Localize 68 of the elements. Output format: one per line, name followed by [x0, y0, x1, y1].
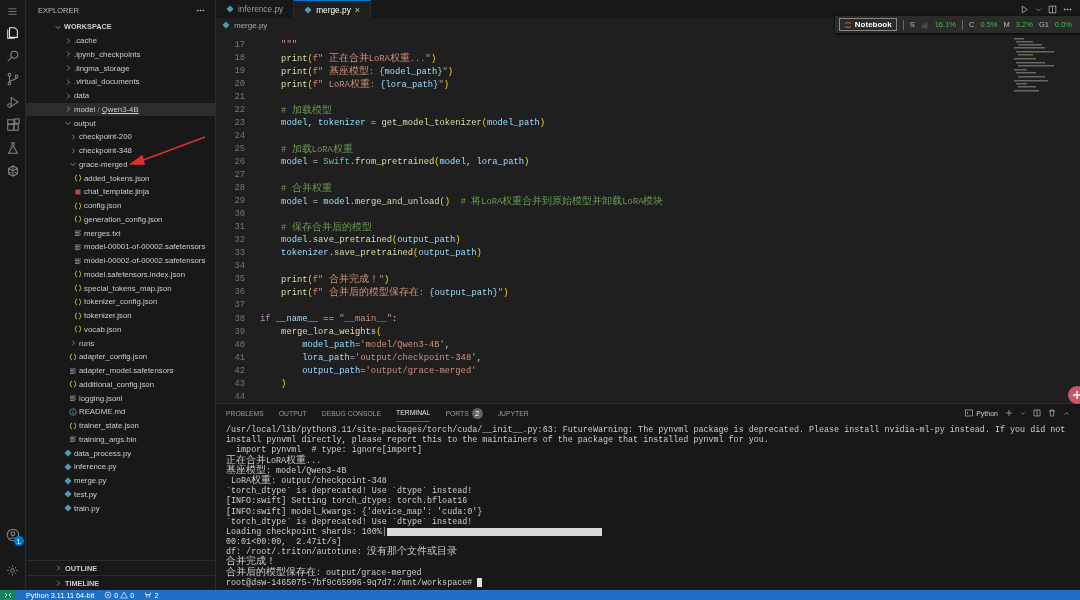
code-line: print(f" LoRA权重: {lora_path}")	[280, 77, 449, 91]
line-number: 24	[233, 130, 245, 141]
code-line: """	[280, 39, 297, 50]
line-number: 21	[233, 91, 245, 102]
count-badge: 2	[471, 407, 483, 419]
code-line: print(f" 基座模型: {model_path}")	[280, 64, 454, 78]
code-line: # 加载模型	[280, 103, 332, 117]
breadcrumb[interactable]: merge.py	[234, 20, 268, 30]
code-line: print(f" 合并后的模型保存在: {output_path}")	[280, 285, 509, 300]
line-number: 18	[233, 52, 245, 63]
line-number: 23	[233, 117, 245, 128]
line-number: 28	[233, 183, 245, 194]
line-number: 37	[233, 300, 245, 311]
code-line: if __name__ == "__main__":	[260, 313, 398, 324]
code-line: )	[280, 378, 287, 389]
line-number: 31	[233, 222, 245, 233]
code-line: print(f" 正在合并LoRA权重...")	[280, 51, 437, 65]
terminal-line: [INFO:swift] Setting torch_dtype: torch.bfloat16	[226, 496, 468, 507]
terminal-line: LoRA权重: output/checkpoint-348	[231, 475, 387, 486]
terminal-line: root@dsw-1465075-7bf9c65996-9q7d7:/mnt/workspace#	[226, 577, 473, 588]
code-line: # 合并权重	[280, 181, 332, 196]
close-icon[interactable]: ×	[354, 4, 361, 15]
notification-badge: 1	[13, 536, 24, 546]
code-line: tokenizer.save_pretrained(output_path)	[280, 248, 482, 259]
editor-tab[interactable]: merge.py ×	[294, 0, 372, 18]
code-line: lora_path='output/checkpoint-348',	[301, 352, 482, 363]
line-number: 25	[233, 143, 245, 154]
code-line: merge_lora_weights(	[280, 326, 382, 337]
line-number: 27	[233, 170, 245, 180]
terminal-line: 合并完成！	[226, 557, 276, 568]
line-number: 29	[233, 196, 245, 207]
terminal-line: [INFO:swift] model_kwargs: {'device_map': 'cuda:0'}	[226, 506, 483, 517]
terminal-line: /usr/local/lib/python3.11/site-packages/torch/cuda/__init__.py:63: FutureWarning: The pynvml package is deprecated. Please install nvidia-ml-py instead. If you did not	[226, 425, 1066, 435]
line-number: 34	[233, 261, 245, 272]
code-line: model = Swift.from_pretrained(model, lora_path)	[280, 156, 530, 167]
terminal-line: 正在合并LoRA权重...	[226, 455, 322, 466]
terminal-line: `torch_dtype` is deprecated! Use `dtype` instead!	[226, 516, 473, 527]
code-line: model_path='model/Qwen3-4B',	[301, 339, 451, 350]
line-number: 44	[233, 391, 245, 402]
line-number: 20	[233, 78, 245, 89]
line-number: 26	[233, 156, 245, 167]
line-number: 42	[233, 365, 245, 376]
line-number: 30	[233, 209, 245, 220]
line-number: 43	[233, 378, 245, 389]
code-line: output_path='output/grace-merged'	[301, 365, 477, 376]
line-number: 36	[233, 287, 245, 298]
code-line: # 加载LoRA权重	[280, 142, 353, 156]
code-line: model, tokenizer = get_model_tokenizer(model_path)	[280, 117, 546, 128]
line-number: 17	[233, 39, 245, 50]
line-number: 19	[233, 65, 245, 76]
terminal-line: 00:01<00:00, 2.47it/s]	[226, 537, 342, 548]
line-number: 35	[233, 274, 245, 285]
code-line: print(f" 合并完成！")	[280, 272, 390, 286]
line-number: 33	[233, 248, 245, 259]
code-line: model = model.merge_and_unload() # 将LoRA权重合并到原始模型并卸载LoRA模块	[280, 194, 664, 209]
terminal-line: Loading checkpoint shards: 100%|	[226, 526, 387, 537]
terminal-line: install pynvml directly, please report this to the maintainers of the package that installed pynvml for you.	[226, 435, 769, 446]
notebook-button[interactable]: Notebook	[838, 18, 897, 31]
terminal-line: 合并后的模型保存在: output/grace-merged	[226, 567, 422, 578]
line-number: 40	[233, 339, 245, 350]
line-number: 32	[233, 235, 245, 246]
line-number: 22	[233, 104, 245, 115]
code-line: # 保存合并后的模型	[280, 220, 372, 235]
line-number: 39	[233, 326, 245, 337]
terminal-line: `torch_dtype` is deprecated! Use `dtype` instead!	[226, 486, 473, 497]
line-number: 38	[233, 313, 245, 324]
code-line: model.save_pretrained(output_path)	[280, 235, 461, 246]
line-number: 41	[233, 352, 245, 363]
